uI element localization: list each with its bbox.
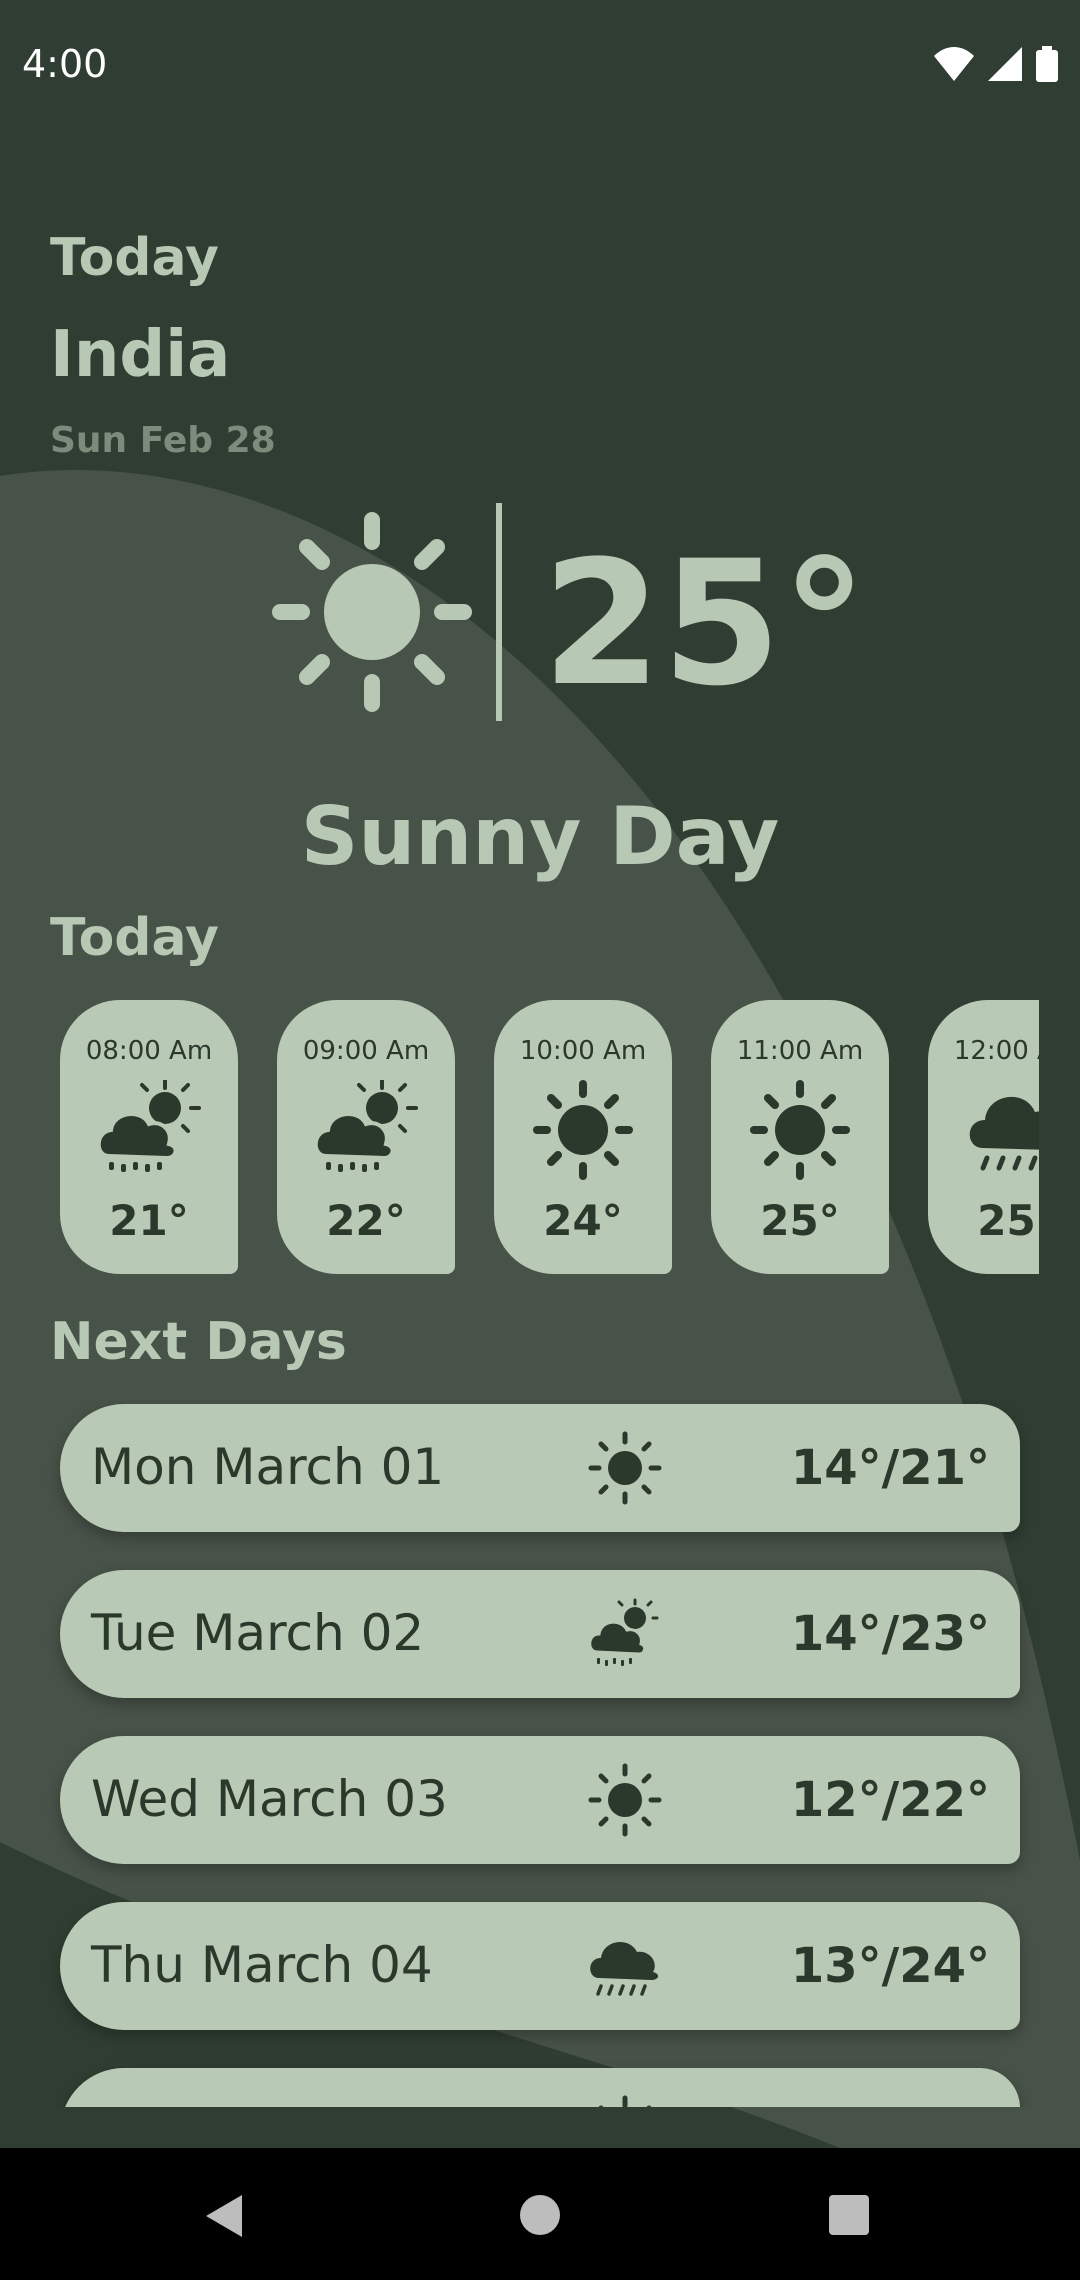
sun-icon	[598, 2095, 652, 2107]
hourly-temperature: 21°	[109, 1196, 189, 1245]
battery-icon	[1036, 46, 1058, 82]
cloud-sun-rain-icon	[96, 1080, 201, 1172]
hourly-card[interactable]: 09:00 Am 22°	[277, 1000, 455, 1274]
sun-icon	[750, 1080, 850, 1180]
day-temperature-range: 14°/21°	[790, 1440, 990, 1496]
hourly-temperature: 22°	[326, 1196, 406, 1245]
daily-forecast-list[interactable]: Mon March 01 14°/21° Tue March 02 14°/23…	[0, 1400, 1080, 2107]
hourly-card[interactable]: 11:00 Am 25°	[711, 1000, 889, 1274]
recents-icon[interactable]	[828, 2194, 870, 2236]
hourly-card[interactable]: 12:00 Am 25°	[928, 1000, 1039, 1274]
hourly-section-title: Today	[50, 908, 219, 968]
back-icon[interactable]	[204, 2193, 246, 2239]
daily-forecast-row[interactable]: Mon March 01 14°/21°	[60, 1404, 1020, 1532]
status-time: 4:00	[22, 42, 108, 86]
navigation-bar	[0, 2148, 1080, 2280]
current-date: Sun Feb 28	[50, 420, 276, 461]
sun-icon	[588, 1763, 662, 1837]
day-temperature-range: 12°/22°	[790, 1772, 990, 1828]
next-days-title: Next Days	[50, 1312, 347, 1372]
hourly-card[interactable]: 08:00 Am 21°	[60, 1000, 238, 1274]
hourly-temperature: 25°	[977, 1196, 1039, 1245]
sun-icon	[272, 512, 472, 712]
hourly-forecast-list[interactable]: 08:00 Am 21° 09:00 Am 22° 10:00 Am 24° 1…	[40, 990, 1039, 1290]
temperature-divider	[496, 503, 502, 721]
daily-forecast-row[interactable]: Wed March 03 12°/22°	[60, 1736, 1020, 1864]
signal-icon	[988, 47, 1022, 81]
current-temperature: 25°	[542, 523, 868, 724]
home-icon[interactable]	[519, 2194, 561, 2236]
day-name: Thu March 04	[91, 1936, 433, 1994]
daily-forecast-row[interactable]	[60, 2068, 1020, 2107]
cloud-sun-rain-icon	[588, 1598, 659, 1666]
hourly-temperature: 24°	[543, 1196, 623, 1245]
hourly-time: 08:00 Am	[85, 1036, 213, 1066]
hourly-time: 12:00 Am	[953, 1036, 1039, 1066]
wifi-icon	[934, 47, 974, 81]
cloud-rain-icon	[969, 1096, 1039, 1171]
daily-forecast-row[interactable]: Thu March 04 13°/24°	[60, 1902, 1020, 2030]
day-name: Wed March 03	[91, 1770, 448, 1828]
header-label: Today	[50, 228, 219, 288]
hourly-card[interactable]: 10:00 Am 24°	[494, 1000, 672, 1274]
status-bar: 4:00	[0, 0, 1080, 138]
hourly-temperature: 25°	[760, 1196, 840, 1245]
cloud-sun-rain-icon	[313, 1080, 418, 1172]
cloud-rain-icon	[590, 1941, 659, 1996]
hourly-time: 09:00 Am	[302, 1036, 430, 1066]
hourly-time: 10:00 Am	[519, 1036, 647, 1066]
sun-icon	[533, 1080, 633, 1180]
day-temperature-range: 14°/23°	[790, 1606, 990, 1662]
day-name: Tue March 02	[91, 1604, 425, 1662]
location-title: India	[50, 318, 231, 392]
daily-forecast-row[interactable]: Tue March 02 14°/23°	[60, 1570, 1020, 1698]
day-name: Mon March 01	[91, 1438, 445, 1496]
weather-condition: Sunny Day	[300, 790, 780, 883]
day-temperature-range: 13°/24°	[790, 1938, 990, 1994]
sun-icon	[588, 1431, 662, 1505]
hourly-time: 11:00 Am	[736, 1036, 864, 1066]
